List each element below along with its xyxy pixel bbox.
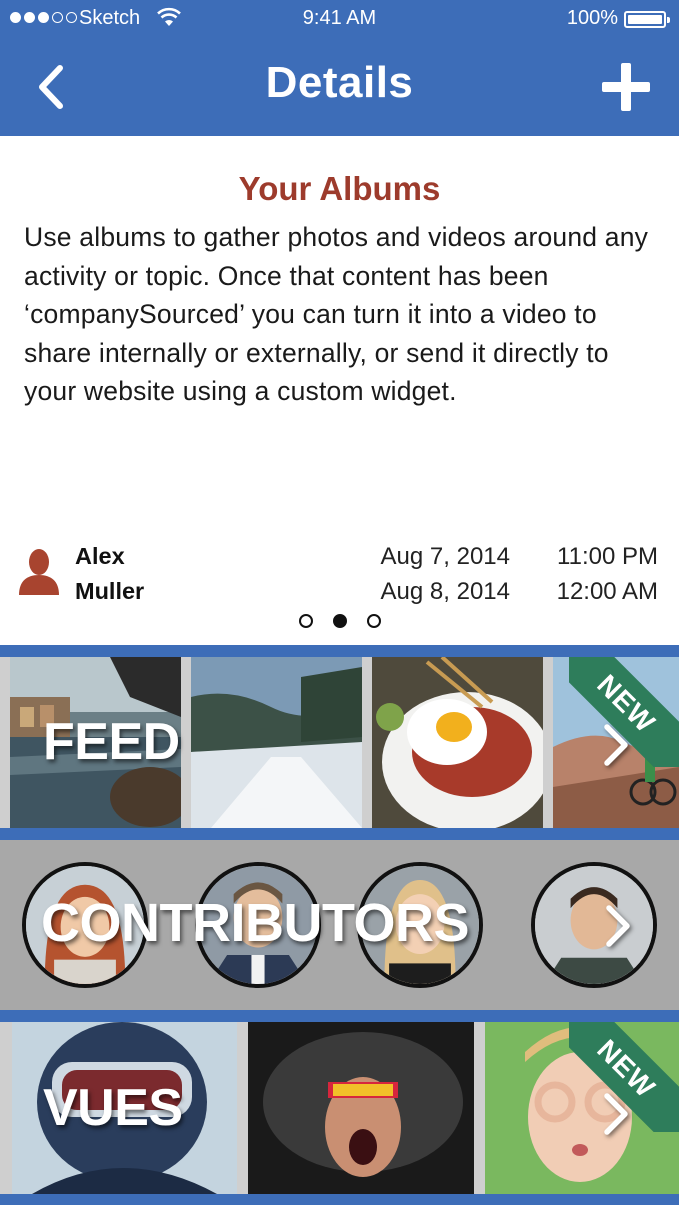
end-date: Aug 8, 2014 <box>380 578 510 605</box>
feed-photo-food <box>372 657 543 828</box>
chevron-right-icon <box>606 905 630 947</box>
battery-icon <box>624 11 670 28</box>
vues-new-ribbon: NEW <box>569 1022 679 1132</box>
album-author-row: Alex Muller Aug 7, 2014 Aug 8, 2014 11:0… <box>0 536 679 616</box>
end-time: 12:00 AM <box>556 578 658 605</box>
page-dot[interactable] <box>332 614 347 628</box>
start-date: Aug 7, 2014 <box>380 543 510 570</box>
page-dot[interactable] <box>366 614 381 628</box>
navigation-bar: Details <box>0 40 679 136</box>
start-time: 11:00 PM <box>557 543 658 570</box>
feed-section[interactable]: FEED NEW <box>0 645 679 840</box>
album-description: Use albums to gather photos and videos a… <box>24 222 649 406</box>
page-dot[interactable] <box>298 614 313 628</box>
author-first-name: Alex <box>75 543 125 569</box>
feed-new-ribbon: NEW <box>569 657 679 767</box>
vues-section[interactable]: VUES NEW <box>0 1010 679 1205</box>
album-dates: Aug 7, 2014 Aug 8, 2014 <box>350 539 510 609</box>
album-title: Your Albums <box>238 170 441 207</box>
vues-photo-hair <box>248 1022 474 1194</box>
vues-label: VUES <box>43 1079 183 1137</box>
user-avatar-icon <box>19 549 59 595</box>
contributors-label: CONTRIBUTORS <box>41 893 470 953</box>
contributors-chevron[interactable] <box>603 904 633 948</box>
author-last-name: Muller <box>75 578 145 604</box>
page-indicator[interactable] <box>0 614 679 634</box>
plus-icon <box>602 63 650 111</box>
battery-percent: 100% <box>566 7 618 29</box>
vues-new-badge: NEW <box>569 1022 679 1132</box>
contributor-avatar-4[interactable] <box>531 862 657 988</box>
feed-new-badge: NEW <box>569 657 679 767</box>
status-bar: Sketch 9:41 AM 100% <box>0 0 679 38</box>
top-bar: Sketch 9:41 AM 100% Details <box>0 0 679 136</box>
feed-photo-snow <box>191 657 362 828</box>
album-times: 11:00 PM 12:00 AM <box>508 539 658 609</box>
page-title: Details <box>265 58 414 107</box>
feed-label: FEED <box>43 713 180 771</box>
contributors-section[interactable]: CONTRIBUTORS <box>0 840 679 1022</box>
album-detail-card: Your Albums Use albums to gather photos … <box>0 136 679 644</box>
author-name[interactable]: Alex Muller <box>75 539 144 609</box>
add-button[interactable] <box>599 60 653 114</box>
